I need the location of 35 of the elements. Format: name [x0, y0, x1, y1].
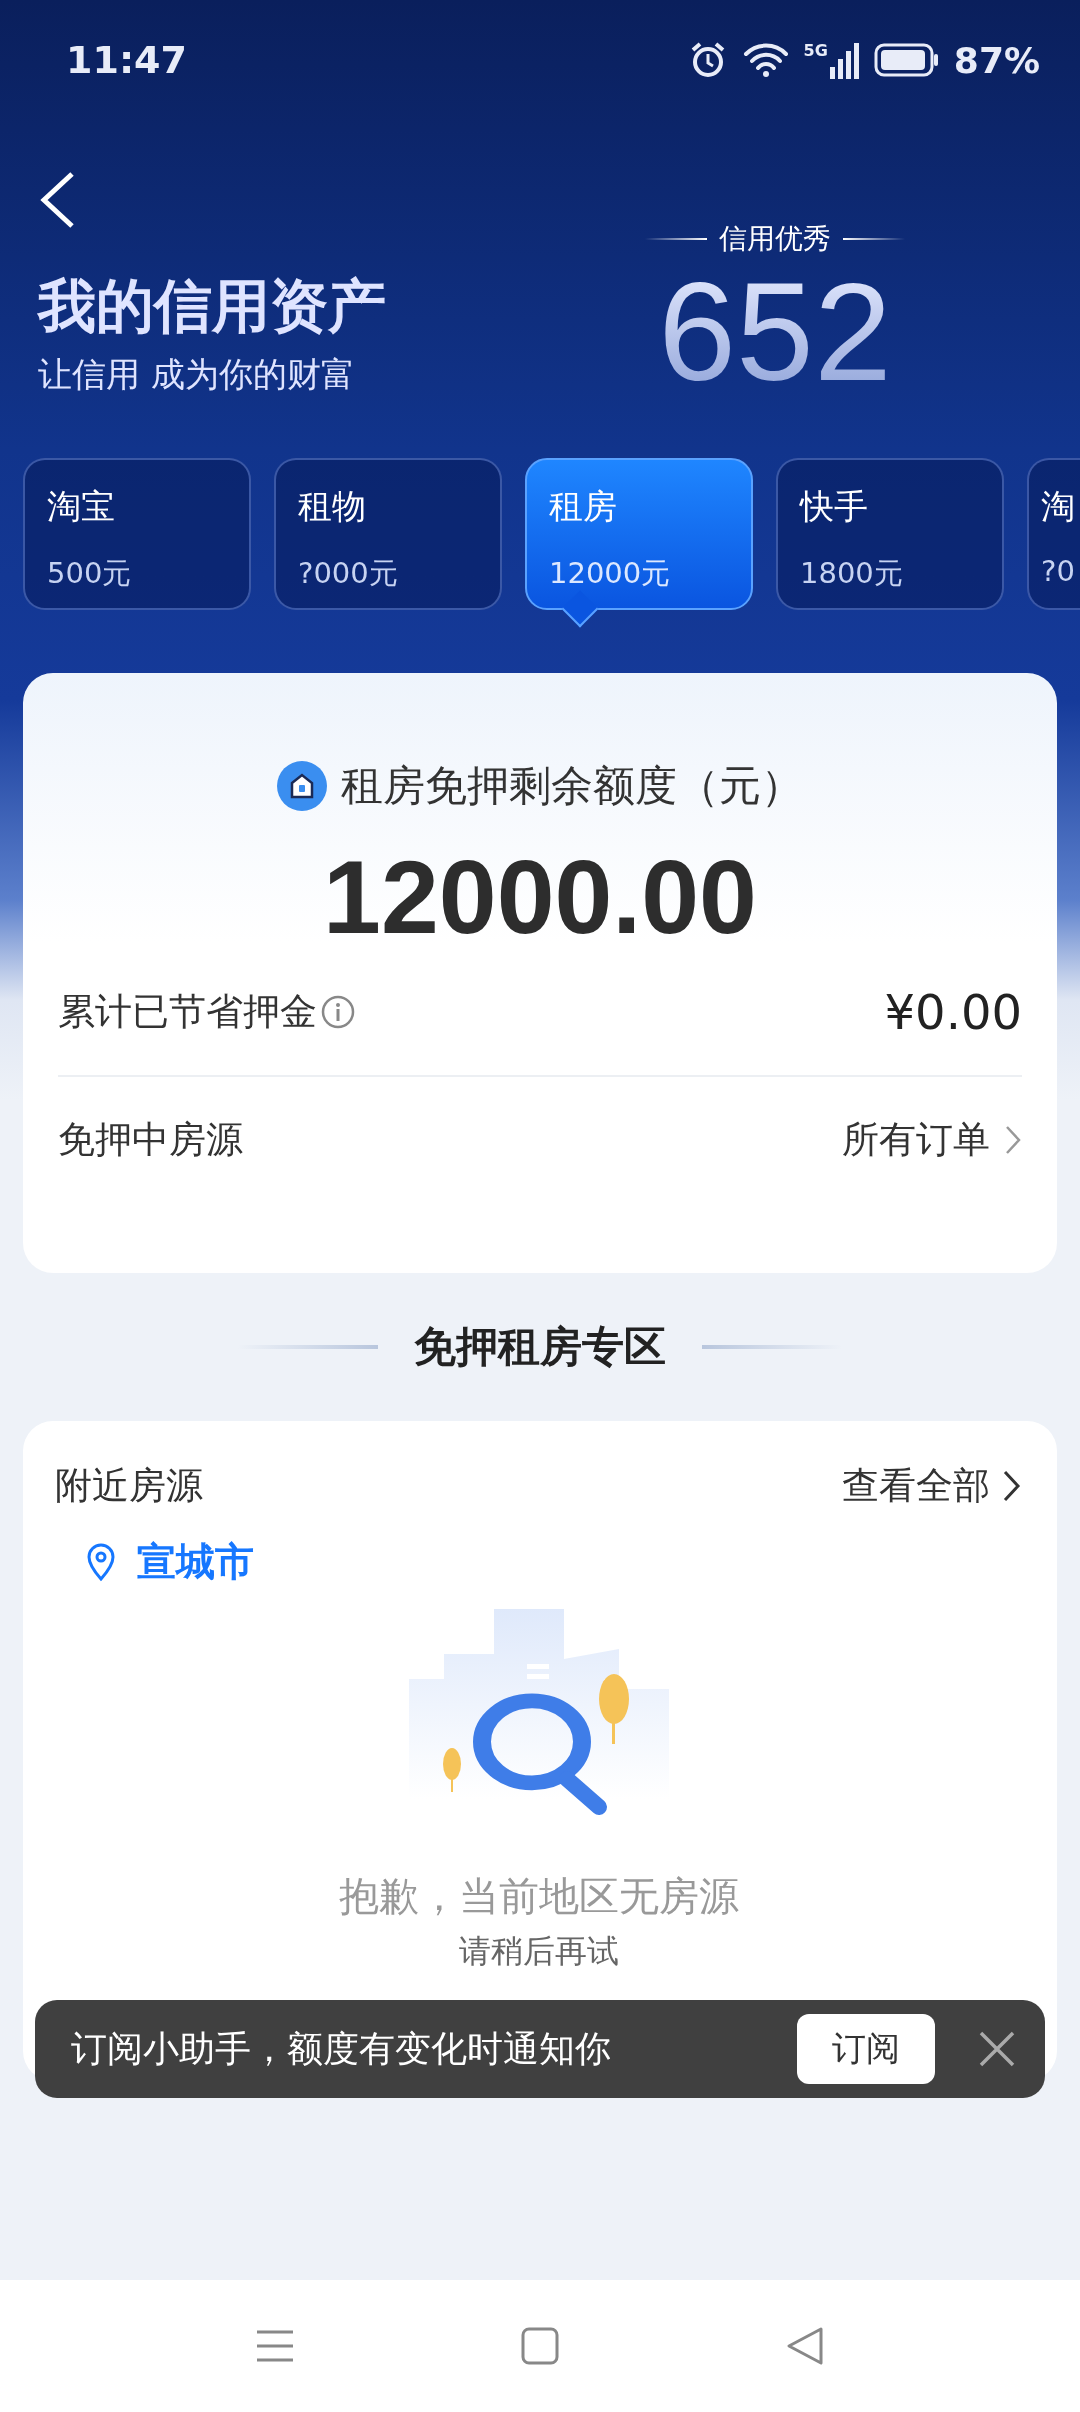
status-time: 11:47	[66, 38, 187, 82]
wifi-icon	[741, 42, 790, 78]
home-icon[interactable]	[520, 2326, 560, 2366]
chevron-right-icon	[1002, 1469, 1022, 1503]
battery-percent: 87%	[953, 39, 1040, 81]
credit-level: 信用优秀	[719, 221, 831, 257]
quota-title: 租房免押剩余额度（元）	[341, 760, 803, 812]
battery-icon	[873, 42, 940, 78]
empty-hint: 请稍后再试	[457, 1931, 620, 1972]
location-pin-icon	[85, 1542, 117, 1582]
section-title: 免押租房专区	[414, 1321, 666, 1373]
page-title: 我的信用资产	[38, 271, 386, 342]
view-all-link[interactable]: 查看全部	[842, 1461, 1022, 1511]
category-tab[interactable]: 租物 ?000元	[274, 458, 502, 610]
row-label: 累计已节省押金	[58, 989, 317, 1035]
house-icon	[277, 761, 327, 811]
nearby-title: 附近房源	[55, 1463, 203, 1509]
back-triangle-icon[interactable]	[785, 2326, 825, 2366]
close-icon[interactable]	[977, 2029, 1017, 2069]
page-subtitle: 让信用 成为你的财富	[38, 353, 356, 396]
quota-amount: 12000.00	[322, 838, 758, 957]
subscribe-button[interactable]: 订阅	[797, 2014, 935, 2084]
network-label: 5G	[803, 41, 828, 60]
row-label: 免押中房源	[58, 1117, 243, 1163]
toast-message: 订阅小助手，额度有变化时通知你	[71, 2026, 612, 2071]
category-tab[interactable]: 快手 1800元	[776, 458, 1004, 610]
row-value: ¥0.00	[884, 984, 1022, 1040]
orders-link[interactable]: 所有订单	[842, 1115, 1022, 1165]
category-tab[interactable]: 淘 ?0	[1027, 458, 1080, 610]
category-tab[interactable]: 淘宝 500元	[23, 458, 251, 610]
empty-message: 抱歉，当前地区无房源	[337, 1872, 740, 1921]
chevron-right-icon	[1004, 1124, 1022, 1156]
city-selector[interactable]: 宣城市	[85, 1535, 254, 1589]
menu-icon[interactable]	[255, 2328, 295, 2364]
signal-icon	[829, 41, 860, 79]
